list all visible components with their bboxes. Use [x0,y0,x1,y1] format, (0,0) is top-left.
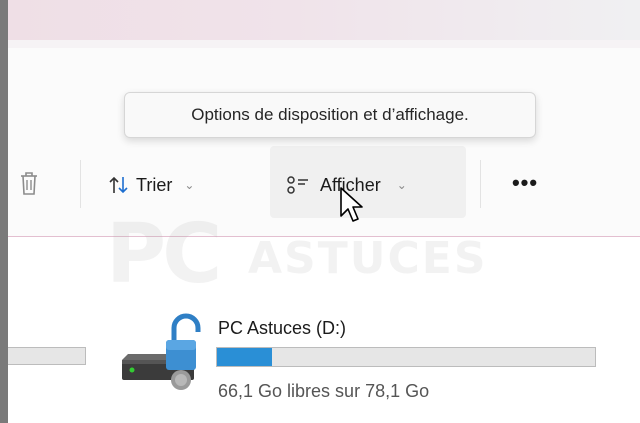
toolbar-separator [480,160,481,208]
drive-free-space: 66,1 Go libres sur 78,1 Go [218,381,430,401]
title-bar-edge [8,40,640,48]
sort-label: Trier [136,174,173,195]
left-window-frame [0,0,8,423]
trash-icon [21,172,37,195]
tooltip: Options de disposition et d’affichage. [124,92,536,138]
sort-arrows-icon [109,176,128,194]
sort-button[interactable]: Trier ⌄ [108,170,194,200]
chevron-down-icon: ⌄ [184,178,195,192]
command-bar-divider [8,236,640,237]
drive-name[interactable]: PC Astuces (D:) [218,318,346,339]
drive-capacity-bar-partial [8,347,86,365]
chevron-down-icon: ⌄ [396,178,407,192]
layout-list-icon [287,176,308,194]
mouse-cursor-icon [340,187,363,222]
more-options-button[interactable]: ••• [508,170,542,200]
locked-drive-icon[interactable] [118,310,208,396]
delete-button[interactable] [14,166,44,202]
drive-capacity-fill [217,348,273,366]
title-bar[interactable] [8,0,640,40]
toolbar-separator [80,160,81,208]
drive-capacity-bar [216,347,596,367]
